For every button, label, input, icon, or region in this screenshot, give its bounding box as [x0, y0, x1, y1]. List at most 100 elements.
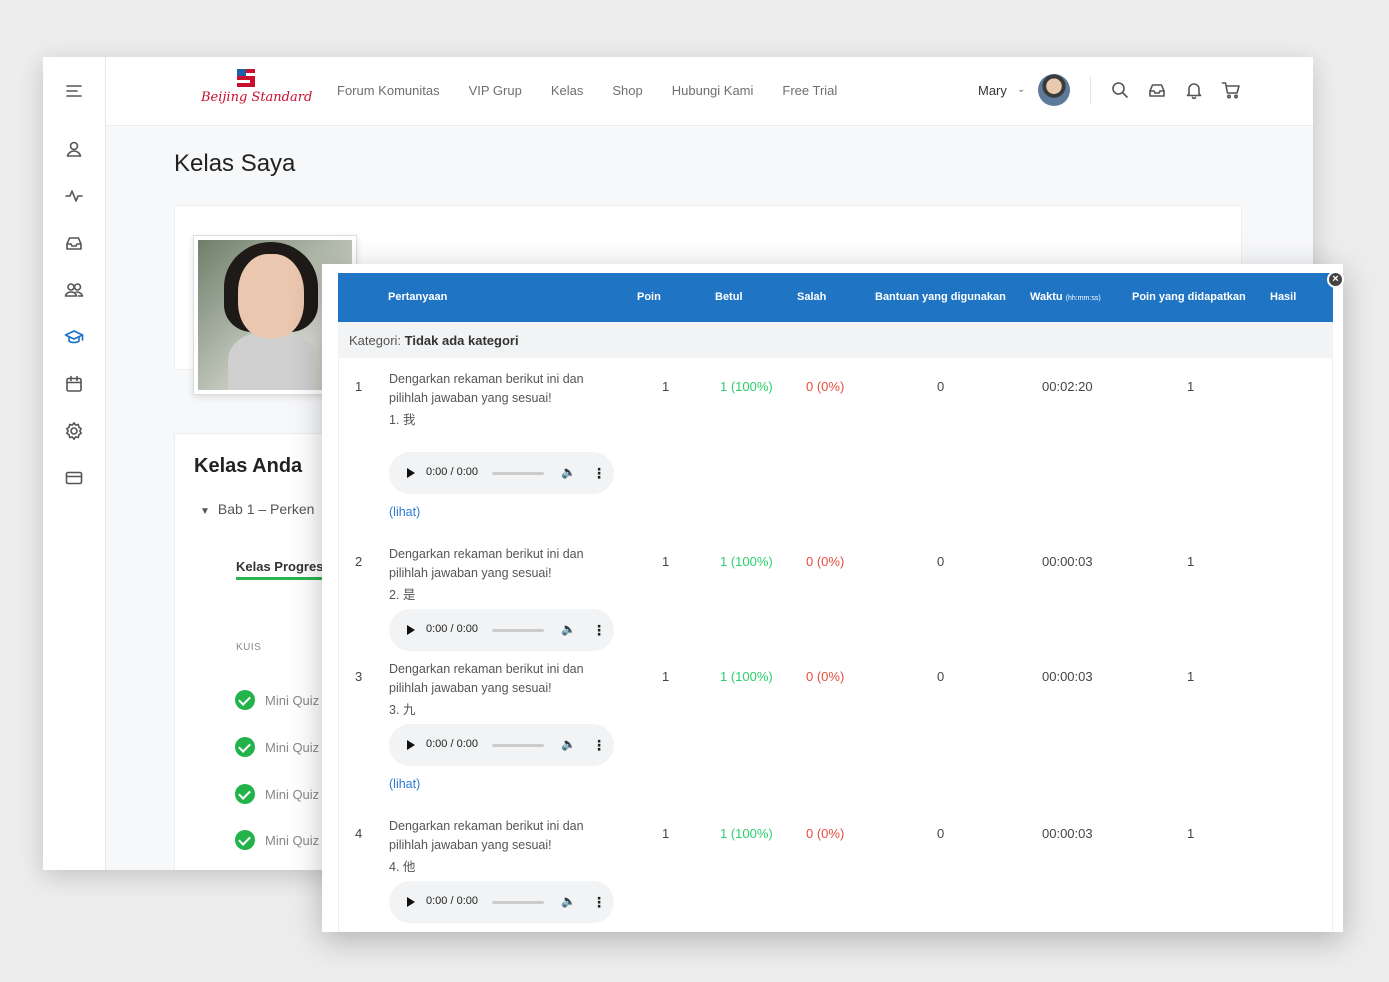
question-text: Dengarkan rekaman berikut ini dan pilihl…	[389, 370, 619, 430]
audio-time: 0:00 / 0:00	[426, 623, 478, 635]
col-waktu-label: Waktu	[1030, 291, 1063, 303]
bell-icon[interactable]	[1184, 80, 1206, 102]
logo-mark-icon	[237, 69, 255, 87]
gear-icon[interactable]	[62, 419, 86, 443]
more-options-icon[interactable]: ⋮	[592, 465, 606, 482]
question-item: 2. 是	[389, 588, 416, 602]
audio-player[interactable]: 0:00 / 0:00 🔈 ⋮	[389, 452, 614, 494]
cell-poin: 1	[662, 669, 670, 684]
audio-seek-bar[interactable]	[492, 472, 544, 475]
kategori-value: Tidak ada kategori	[404, 333, 519, 348]
divider	[1090, 77, 1091, 103]
play-icon[interactable]	[407, 625, 415, 635]
cell-poin: 1	[662, 379, 670, 394]
volume-icon[interactable]: 🔈	[561, 622, 576, 636]
volume-icon[interactable]: 🔈	[561, 894, 576, 908]
activity-icon[interactable]	[62, 184, 86, 208]
nav-forum-komunitas[interactable]: Forum Komunitas	[337, 83, 440, 98]
check-icon	[235, 690, 255, 710]
cell-betul: 1 (100%)	[720, 379, 773, 394]
cell-bantuan: 0	[937, 826, 945, 841]
card-icon[interactable]	[62, 466, 86, 490]
cell-salah: 0 (0%)	[806, 826, 845, 841]
caret-down-icon: ▼	[200, 506, 210, 517]
play-icon[interactable]	[407, 468, 415, 478]
menu-icon[interactable]	[62, 79, 86, 103]
kategori-label: Kategori:	[349, 333, 402, 348]
inbox-icon[interactable]	[62, 231, 86, 255]
nav-shop[interactable]: Shop	[612, 83, 642, 98]
cell-betul: 1 (100%)	[720, 826, 773, 841]
question-text: Dengarkan rekaman berikut ini dan pilihl…	[389, 660, 619, 720]
audio-time: 0:00 / 0:00	[426, 895, 478, 907]
row-number: 4	[355, 826, 363, 841]
result-modal: Pertanyaan Poin Betul Salah Bantuan yang…	[322, 264, 1343, 932]
close-icon[interactable]: ×	[1327, 271, 1344, 288]
lihat-link[interactable]: (lihat)	[389, 777, 420, 791]
group-icon[interactable]	[62, 278, 86, 302]
logo-text: Beijing Standard	[201, 90, 313, 105]
cell-poin-didapat: 1	[1187, 826, 1195, 841]
quiz-label: Mini Quiz	[265, 739, 320, 755]
nav-free-trial[interactable]: Free Trial	[782, 83, 837, 98]
user-icon[interactable]	[62, 137, 86, 161]
sidebar	[43, 57, 106, 870]
cell-salah: 0 (0%)	[806, 554, 845, 569]
play-icon[interactable]	[407, 740, 415, 750]
volume-icon[interactable]: 🔈	[561, 737, 576, 751]
chapter-label: Bab 1 – Perken	[217, 501, 315, 517]
cart-icon[interactable]	[1221, 80, 1243, 102]
quiz-item[interactable]: Mini Quiz	[235, 830, 319, 850]
audio-seek-bar[interactable]	[492, 901, 544, 904]
table-header: Pertanyaan Poin Betul Salah Bantuan yang…	[338, 273, 1333, 322]
nav-kelas[interactable]: Kelas	[551, 83, 584, 98]
audio-player[interactable]: 0:00 / 0:00 🔈 ⋮	[389, 724, 614, 766]
cell-betul: 1 (100%)	[720, 669, 773, 684]
audio-seek-bar[interactable]	[492, 629, 544, 632]
question-label: Dengarkan rekaman berikut ini dan pilihl…	[389, 662, 584, 695]
audio-player[interactable]: 0:00 / 0:00 🔈 ⋮	[389, 609, 614, 651]
play-icon[interactable]	[407, 897, 415, 907]
col-bantuan: Bantuan yang digunakan	[875, 291, 1006, 303]
question-item: 4. 他	[389, 860, 416, 874]
cell-waktu: 00:02:20	[1042, 379, 1093, 394]
cell-waktu: 00:00:03	[1042, 669, 1093, 684]
calendar-icon[interactable]	[62, 372, 86, 396]
quiz-item[interactable]: Mini Quiz	[235, 784, 319, 804]
user-name[interactable]: Mary	[978, 83, 1007, 98]
tab-kelas-progress[interactable]: Kelas Progress	[236, 559, 331, 574]
volume-icon[interactable]: 🔈	[561, 465, 576, 479]
cell-bantuan: 0	[937, 554, 945, 569]
col-hasil: Hasil	[1270, 291, 1297, 303]
logo[interactable]: Beijing Standard	[201, 67, 312, 113]
cell-waktu: 00:00:03	[1042, 554, 1093, 569]
kategori-row: Kategori: Tidak ada kategori	[338, 322, 1333, 358]
cell-poin-didapat: 1	[1187, 669, 1195, 684]
check-icon	[235, 830, 255, 850]
nav-hubungi-kami[interactable]: Hubungi Kami	[672, 83, 754, 98]
cell-poin-didapat: 1	[1187, 379, 1195, 394]
question-text: Dengarkan rekaman berikut ini dan pilihl…	[389, 545, 619, 605]
more-options-icon[interactable]: ⋮	[592, 622, 606, 639]
chapter-toggle[interactable]: ▼ Bab 1 – Perken	[200, 501, 314, 517]
more-options-icon[interactable]: ⋮	[592, 737, 606, 754]
audio-seek-bar[interactable]	[492, 744, 544, 747]
cell-salah: 0 (0%)	[806, 379, 845, 394]
more-options-icon[interactable]: ⋮	[592, 894, 606, 911]
audio-player[interactable]: 0:00 / 0:00 🔈 ⋮	[389, 881, 614, 923]
quiz-label: Mini Quiz	[265, 692, 320, 708]
lihat-link[interactable]: (lihat)	[389, 505, 420, 519]
quiz-item[interactable]: Mini Quiz	[235, 737, 319, 757]
page-title: Kelas Saya	[174, 150, 296, 177]
cell-poin-didapat: 1	[1187, 554, 1195, 569]
question-item: 3. 九	[389, 703, 416, 717]
quiz-item[interactable]: Mini Quiz	[235, 690, 319, 710]
inbox-icon[interactable]	[1147, 80, 1169, 102]
chevron-down-icon[interactable]: ⌄	[1017, 84, 1025, 95]
nav-vip-grup[interactable]: VIP Grup	[469, 83, 522, 98]
graduation-cap-icon[interactable]	[62, 325, 86, 349]
quiz-label: Mini Quiz	[265, 832, 320, 848]
topbar: Beijing Standard Forum Komunitas VIP Gru…	[106, 57, 1313, 126]
search-icon[interactable]	[1110, 80, 1132, 102]
avatar[interactable]	[1038, 74, 1070, 106]
